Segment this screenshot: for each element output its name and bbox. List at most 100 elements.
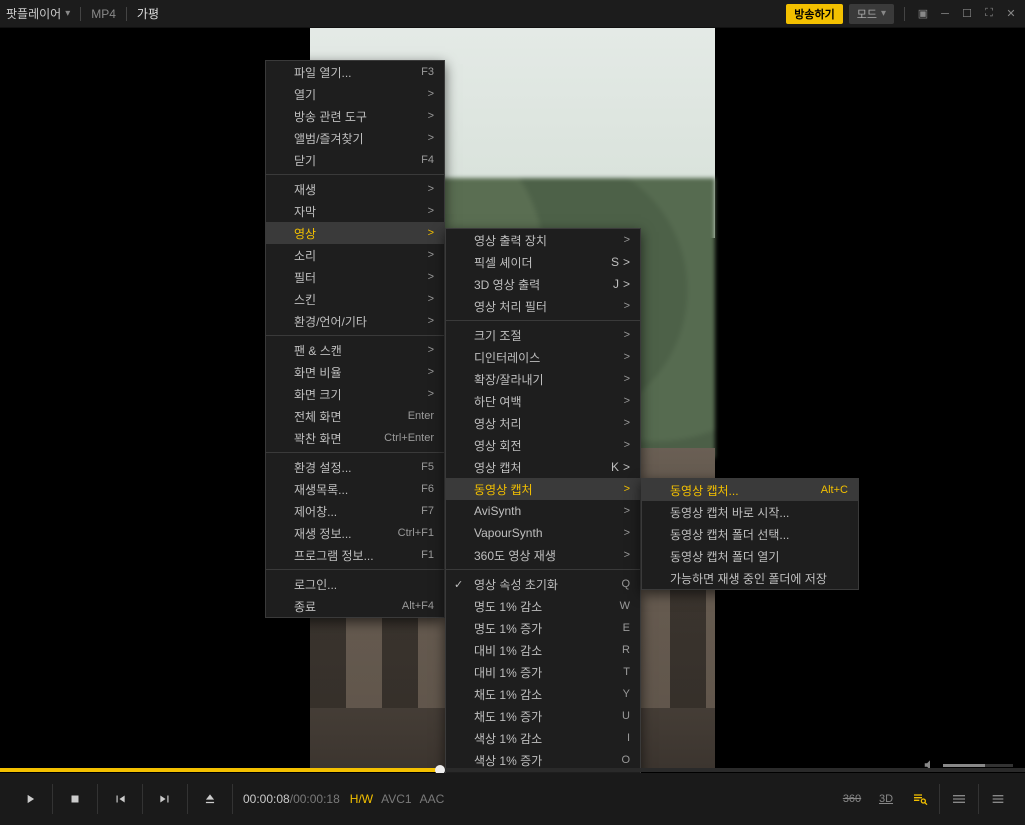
menu-item[interactable]: 3D 영상 출력J> — [446, 273, 640, 295]
menu-item-label: 가능하면 재생 중인 폴더에 저장 — [670, 570, 827, 587]
audio-codec-label: AAC — [420, 792, 445, 806]
menu-item[interactable]: 동영상 캡처 폴더 열기 — [642, 545, 858, 567]
menu-item-label: 로그인... — [294, 576, 337, 593]
chevron-right-icon: > — [428, 132, 434, 144]
playlist-button[interactable] — [981, 773, 1015, 825]
file-format-label: MP4 — [91, 7, 116, 21]
menu-item[interactable]: 확장/잘라내기> — [446, 368, 640, 390]
menu-item[interactable]: VapourSynth> — [446, 522, 640, 544]
menu-item[interactable]: 명도 1% 증가E — [446, 617, 640, 639]
chevron-right-icon: > — [428, 315, 434, 327]
menu-item[interactable]: 픽셀 셰이더S> — [446, 251, 640, 273]
chevron-right-icon: > — [428, 271, 434, 283]
menu-item[interactable]: 영상 캡처K> — [446, 456, 640, 478]
menu-item[interactable]: 재생> — [266, 178, 444, 200]
menu-item[interactable]: 대비 1% 증가T — [446, 661, 640, 683]
video-stage[interactable]: 파일 열기...F3열기>방송 관련 도구>앨범/즐겨찾기>닫기F4재생>자막>… — [0, 28, 1025, 768]
menu-item[interactable]: 동영상 캡처 폴더 선택... — [642, 523, 858, 545]
close-icon[interactable]: ✕ — [1003, 6, 1019, 22]
menu-item[interactable]: 스킨> — [266, 288, 444, 310]
3d-button[interactable]: 3D — [869, 773, 903, 825]
menu-shortcut: Ctrl+Enter — [384, 432, 434, 444]
menu-item[interactable]: 영상 출력 장치> — [446, 229, 640, 251]
menu-item[interactable]: 동영상 캡처 바로 시작... — [642, 501, 858, 523]
menu-item[interactable]: 파일 열기...F3 — [266, 61, 444, 83]
menu-item[interactable]: 하단 여백> — [446, 390, 640, 412]
hw-decode-label[interactable]: H/W — [350, 792, 373, 806]
menu-shortcut: Enter — [408, 410, 434, 422]
menu-item[interactable]: 재생 정보...Ctrl+F1 — [266, 522, 444, 544]
menu-item[interactable]: 채도 1% 증가U — [446, 705, 640, 727]
chevron-right-icon: > — [428, 205, 434, 217]
menu-shortcut: F1 — [421, 549, 434, 561]
search-playlist-button[interactable] — [903, 773, 937, 825]
eject-button[interactable] — [190, 773, 230, 825]
menu-item[interactable]: 꽉찬 화면Ctrl+Enter — [266, 427, 444, 449]
menu-shortcut: F3 — [421, 66, 434, 78]
menu-item[interactable]: 영상 속성 초기화Q — [446, 573, 640, 595]
menu-item[interactable]: 명도 1% 감소W — [446, 595, 640, 617]
minimize-icon[interactable]: ─ — [937, 6, 953, 22]
menu-item[interactable]: 영상 회전> — [446, 434, 640, 456]
menu-item-label: 열기 — [294, 86, 316, 103]
menu-item[interactable]: 동영상 캡처> — [446, 478, 640, 500]
menu-item[interactable]: 환경/언어/기타> — [266, 310, 444, 332]
360-button[interactable]: 360 — [835, 773, 869, 825]
chevron-right-icon: > — [428, 183, 434, 195]
menu-item[interactable]: 동영상 캡처...Alt+C — [642, 479, 858, 501]
broadcast-button[interactable]: 방송하기 — [786, 4, 842, 24]
menu-item[interactable]: 색상 1% 감소I — [446, 727, 640, 749]
menu-item[interactable]: 채도 1% 감소Y — [446, 683, 640, 705]
menu-item[interactable]: 디인터레이스> — [446, 346, 640, 368]
context-menu-video: 영상 출력 장치>픽셀 셰이더S>3D 영상 출력J>영상 처리 필터> 크기 조… — [445, 228, 641, 801]
menu-shortcut: Alt+F4 — [402, 600, 434, 612]
menu-item[interactable]: AviSynth> — [446, 500, 640, 522]
menu-item[interactable]: 프로그램 정보...F1 — [266, 544, 444, 566]
seek-bar[interactable] — [0, 768, 1025, 772]
menu-item[interactable]: 열기> — [266, 83, 444, 105]
menu-item-label: 자막 — [294, 203, 316, 220]
menu-item[interactable]: 닫기F4 — [266, 149, 444, 171]
menu-item[interactable]: 대비 1% 감소R — [446, 639, 640, 661]
settings-button[interactable] — [942, 773, 976, 825]
menu-item[interactable]: 화면 크기> — [266, 383, 444, 405]
restore-icon[interactable]: ☐ — [959, 6, 975, 22]
chevron-right-icon: > — [428, 110, 434, 122]
menu-item[interactable]: 필터> — [266, 266, 444, 288]
next-button[interactable] — [145, 773, 185, 825]
menu-item[interactable]: 환경 설정...F5 — [266, 456, 444, 478]
chevron-right-icon: > — [624, 234, 630, 246]
video-codec-label: AVC1 — [381, 792, 411, 806]
pin-icon[interactable]: ▣ — [915, 6, 931, 22]
menu-item[interactable]: 제어창...F7 — [266, 500, 444, 522]
menu-item[interactable]: 소리> — [266, 244, 444, 266]
menu-item[interactable]: 팬 & 스캔> — [266, 339, 444, 361]
mode-label: 모드 — [857, 6, 877, 22]
mode-button[interactable]: 모드 ▾ — [849, 4, 894, 24]
menu-item[interactable]: 앨범/즐겨찾기 > — [266, 127, 444, 149]
menu-item[interactable]: 가능하면 재생 중인 폴더에 저장 — [642, 567, 858, 589]
menu-item[interactable]: 종료Alt+F4 — [266, 595, 444, 617]
menu-item[interactable]: 재생목록...F6 — [266, 478, 444, 500]
menu-item[interactable]: 360도 영상 재생> — [446, 544, 640, 566]
play-button[interactable] — [10, 773, 50, 825]
menu-item[interactable]: 크기 조절> — [446, 324, 640, 346]
maximize-icon[interactable]: ⛶ — [981, 6, 997, 22]
menu-item-label: 색상 1% 증가 — [474, 752, 542, 769]
menu-item[interactable]: 방송 관련 도구> — [266, 105, 444, 127]
app-menu[interactable]: 팟플레이어 ▾ — [6, 5, 70, 22]
menu-item-label: VapourSynth — [474, 526, 543, 540]
menu-item[interactable]: 영상 처리 필터> — [446, 295, 640, 317]
prev-button[interactable] — [100, 773, 140, 825]
menu-item-label: 앨범/즐겨찾기 — [294, 130, 364, 147]
menu-item[interactable]: 영상 처리> — [446, 412, 640, 434]
menu-item[interactable]: 로그인... — [266, 573, 444, 595]
chevron-right-icon: > — [623, 277, 630, 291]
chevron-right-icon: > — [624, 395, 630, 407]
menu-item[interactable]: 자막 > — [266, 200, 444, 222]
stop-button[interactable] — [55, 773, 95, 825]
volume-slider[interactable] — [943, 764, 1013, 767]
menu-item[interactable]: 화면 비율> — [266, 361, 444, 383]
menu-item[interactable]: 영상> — [266, 222, 444, 244]
menu-item[interactable]: 전체 화면Enter — [266, 405, 444, 427]
